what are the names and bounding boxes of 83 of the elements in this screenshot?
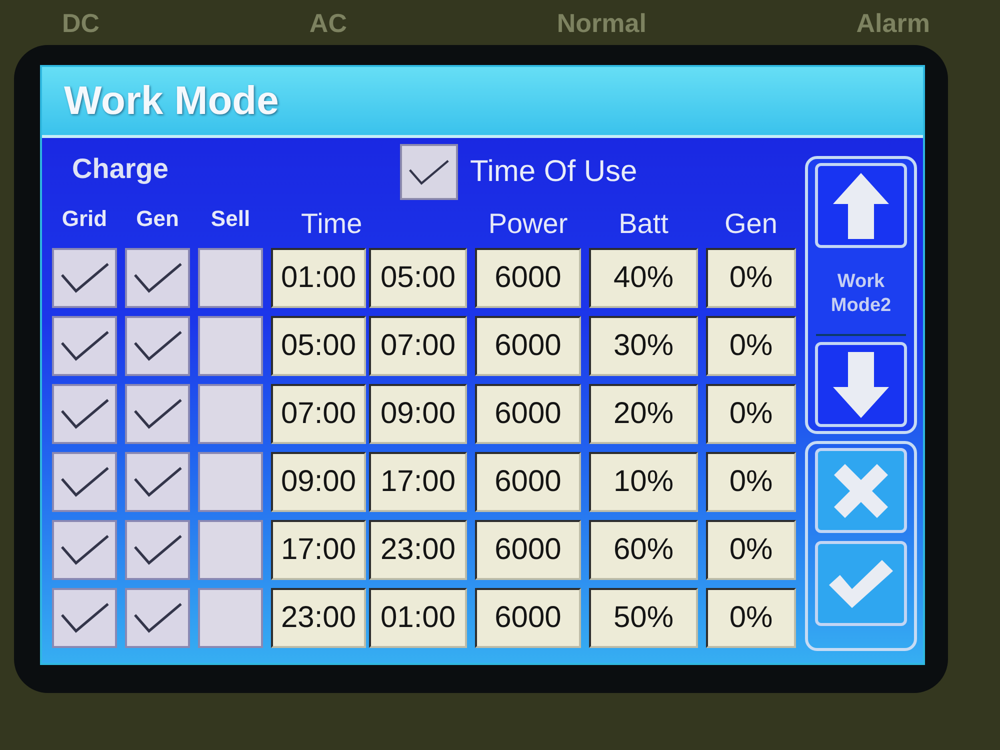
column-header: Power (487, 208, 569, 240)
checkbox-label: Time Of Use (470, 155, 638, 189)
down-arrow-icon (832, 350, 890, 418)
checkbox[interactable] (125, 588, 190, 648)
check-icon (409, 160, 449, 184)
time-field[interactable]: 09:00 (369, 384, 467, 444)
checkbox[interactable] (52, 316, 117, 376)
screen-title: Work Mode (64, 78, 279, 124)
time-field[interactable]: 01:00 (271, 248, 366, 308)
checkbox[interactable] (125, 520, 190, 580)
check-icon (60, 467, 108, 497)
close-icon (833, 462, 889, 518)
power-field[interactable]: 6000 (475, 452, 581, 512)
time-field[interactable]: 17:00 (271, 520, 366, 580)
battery-field[interactable]: 60% (589, 520, 698, 580)
checkbox[interactable] (125, 316, 190, 376)
time-field[interactable]: 07:00 (369, 316, 467, 376)
generator-field[interactable]: 0% (706, 248, 796, 308)
checkbox[interactable] (198, 248, 263, 308)
check-icon (828, 558, 894, 608)
battery-field[interactable]: 50% (589, 588, 698, 648)
column-header: Gen (135, 206, 180, 232)
checkbox[interactable] (125, 248, 190, 308)
checkbox[interactable] (198, 520, 263, 580)
check-icon (60, 331, 108, 361)
time-field[interactable]: 23:00 (369, 520, 467, 580)
checkbox[interactable] (52, 588, 117, 648)
checkbox[interactable] (198, 452, 263, 512)
checkbox[interactable] (52, 248, 117, 308)
time-field[interactable]: 05:00 (369, 248, 467, 308)
battery-field[interactable]: 30% (589, 316, 698, 376)
generator-field[interactable]: 0% (706, 316, 796, 376)
checkbox[interactable] (198, 588, 263, 648)
checkbox[interactable] (125, 452, 190, 512)
checkbox[interactable] (52, 452, 117, 512)
panel-label: DC (62, 8, 100, 38)
battery-field[interactable]: 40% (589, 248, 698, 308)
time-field[interactable]: 23:00 (271, 588, 366, 648)
checkbox[interactable] (52, 384, 117, 444)
time-field[interactable]: 05:00 (271, 316, 366, 376)
check-icon (60, 263, 108, 293)
mode-label: Work Mode2 (816, 254, 906, 336)
checkbox[interactable] (198, 316, 263, 376)
time-field[interactable]: 01:00 (369, 588, 467, 648)
panel-label: Alarm (856, 8, 930, 38)
page-down-button[interactable] (815, 342, 907, 427)
column-header: Batt (618, 208, 670, 240)
check-icon (134, 399, 182, 429)
check-icon (134, 535, 182, 565)
check-icon (134, 603, 182, 633)
check-icon (60, 535, 108, 565)
check-icon (60, 603, 108, 633)
check-icon (134, 331, 182, 361)
page-up-button[interactable] (815, 163, 907, 248)
check-icon (60, 399, 108, 429)
generator-field[interactable]: 0% (706, 452, 796, 512)
generator-field[interactable]: 0% (706, 520, 796, 580)
checkbox[interactable] (125, 384, 190, 444)
battery-field[interactable]: 10% (589, 452, 698, 512)
time-field[interactable]: 07:00 (271, 384, 366, 444)
power-field[interactable]: 6000 (475, 588, 581, 648)
power-field[interactable]: 6000 (475, 520, 581, 580)
power-field[interactable]: 6000 (475, 316, 581, 376)
column-header: Grid (60, 206, 108, 232)
time-field[interactable]: 17:00 (369, 452, 467, 512)
checkbox[interactable] (198, 384, 263, 444)
check-icon (134, 467, 182, 497)
column-header: Sell (210, 206, 252, 232)
power-field[interactable]: 6000 (475, 248, 581, 308)
panel-label: AC (309, 8, 347, 38)
time-field[interactable]: 09:00 (271, 452, 366, 512)
up-arrow-icon (832, 172, 890, 240)
charge-label: Charge (72, 153, 170, 185)
checkbox[interactable] (400, 144, 458, 200)
column-header: Time (300, 208, 364, 240)
checkbox[interactable] (52, 520, 117, 580)
generator-field[interactable]: 0% (706, 384, 796, 444)
generator-field[interactable]: 0% (706, 588, 796, 648)
panel-label: Normal (556, 8, 646, 38)
column-header: Gen (724, 208, 778, 240)
battery-field[interactable]: 20% (589, 384, 698, 444)
power-field[interactable]: 6000 (475, 384, 581, 444)
check-icon (134, 263, 182, 293)
